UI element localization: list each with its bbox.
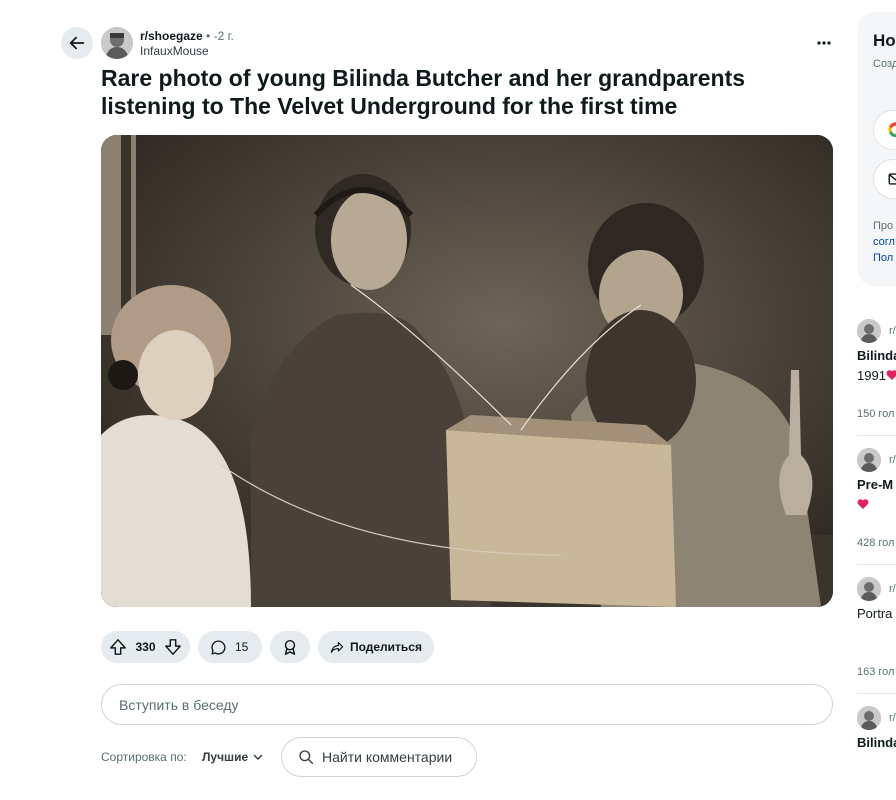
related-title: Portra: [857, 606, 893, 621]
login-legal: Про согл согл Пол: [873, 218, 896, 266]
vote-count: 330: [135, 640, 156, 654]
login-card: Но Созд цель Про согл согл Пол: [858, 12, 896, 286]
chevron-down-icon: [253, 754, 263, 760]
related-votes: 428 гол: [857, 537, 895, 549]
vote-control: 330: [101, 631, 190, 663]
google-icon: [888, 122, 896, 138]
related-avatar: [857, 319, 881, 343]
related-avatar: [857, 448, 881, 472]
related-post[interactable]: r/ Pre-M 428 гол: [857, 448, 896, 558]
comment-count: 15: [235, 640, 249, 654]
related-post[interactable]: r/ Portra 163 гол: [857, 577, 896, 687]
related-subreddit: r/: [889, 712, 896, 724]
related-title-line2: [857, 495, 869, 515]
related-title: Bilinda: [857, 735, 896, 750]
downvote-button[interactable]: [164, 638, 182, 656]
related-subreddit: r/: [889, 454, 896, 466]
back-button[interactable]: [61, 27, 93, 59]
sort-dropdown[interactable]: Лучшие: [202, 750, 264, 764]
legal-link-policy[interactable]: Пол: [873, 250, 896, 266]
related-title: Bilinda: [857, 348, 896, 363]
login-description: Созд цель: [873, 58, 896, 70]
related-avatar: [857, 706, 881, 730]
post-actions: 330 15 Поделиться: [101, 631, 434, 663]
related-votes: 163 гол: [857, 666, 895, 678]
join-conversation-placeholder: Вступить в беседу: [119, 696, 239, 713]
login-heading: Но: [873, 31, 896, 50]
related-divider: [857, 435, 896, 436]
more-options-button[interactable]: [808, 27, 840, 59]
back-arrow-icon: [69, 36, 85, 50]
search-comments-button[interactable]: Найти комментарии: [281, 737, 477, 777]
post-image[interactable]: [101, 135, 833, 607]
downvote-icon: [165, 639, 181, 655]
google-login-button[interactable]: [873, 110, 896, 150]
related-post[interactable]: r/ Bilinda: [857, 706, 896, 800]
share-icon: [330, 641, 344, 653]
related-title: Pre-M: [857, 477, 894, 492]
related-title-line2-text: 1991: [857, 368, 886, 383]
related-votes: 150 гол: [857, 408, 895, 420]
legal-link-agreement[interactable]: согл: [873, 234, 896, 250]
meta-separator: •: [206, 29, 211, 43]
post-meta: r/shoegaze • -2 г. InfauxMouse: [140, 29, 234, 59]
upvote-icon: [110, 639, 126, 655]
sort-value: Лучшие: [202, 750, 249, 764]
subreddit-avatar[interactable]: [101, 27, 133, 59]
related-divider: [857, 693, 896, 694]
join-conversation-input[interactable]: Вступить в беседу: [101, 684, 833, 725]
award-button[interactable]: [270, 631, 310, 663]
email-login-button[interactable]: [873, 159, 896, 199]
upvote-button[interactable]: [109, 638, 127, 656]
mail-icon: [888, 173, 896, 185]
author-link[interactable]: InfauxMouse: [140, 44, 234, 59]
related-subreddit: r/: [889, 583, 896, 595]
post-age: -2 г.: [213, 29, 234, 43]
related-title-line2: 1991: [857, 366, 896, 386]
more-icon: [817, 41, 831, 45]
legal-text: Про согл: [873, 220, 896, 232]
post-title: Rare photo of young Bilinda Butcher and …: [101, 65, 746, 119]
share-button[interactable]: Поделиться: [318, 631, 434, 663]
heart-icon: [857, 499, 869, 509]
related-divider: [857, 564, 896, 565]
award-icon: [284, 639, 296, 655]
subreddit-link[interactable]: r/shoegaze: [140, 29, 203, 43]
comment-icon: [211, 639, 226, 655]
share-label: Поделиться: [349, 640, 422, 654]
related-avatar: [857, 577, 881, 601]
comments-button[interactable]: 15: [198, 631, 262, 663]
sort-label: Сортировка по:: [101, 750, 187, 764]
search-comments-label: Найти комментарии: [322, 749, 453, 765]
related-subreddit: r/: [889, 325, 896, 337]
related-post[interactable]: r/ Bilinda 1991 150 гол: [857, 319, 896, 429]
heart-icon: [886, 370, 896, 380]
search-icon: [299, 750, 314, 765]
